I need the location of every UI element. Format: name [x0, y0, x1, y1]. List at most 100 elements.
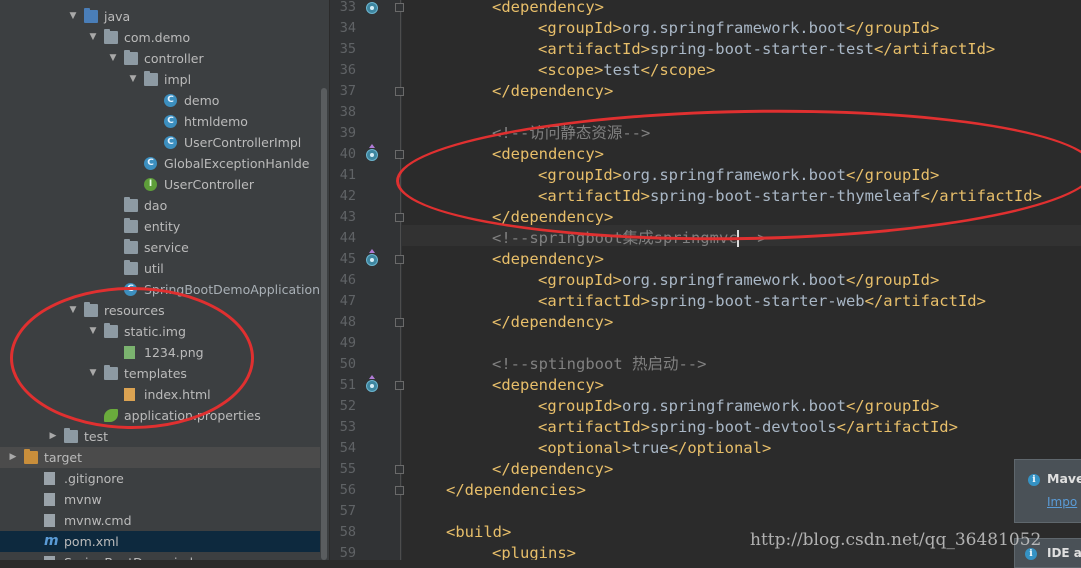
navigate-up-arrow-icon[interactable] [369, 144, 375, 148]
line-number: 33 [339, 0, 356, 15]
package-icon [124, 260, 138, 275]
code-line[interactable]: <plugins> [492, 543, 576, 560]
tree-row-label: test [84, 429, 109, 444]
xml-tag: </artifactId> [836, 418, 958, 436]
code-line[interactable]: <dependency> [492, 375, 604, 396]
code-line[interactable]: <dependency> [492, 249, 604, 270]
tree-row-label: mvnw [64, 492, 102, 507]
code-line[interactable]: <!--sptingboot 热启动--> [492, 354, 706, 375]
chevron-down-icon[interactable]: ▼ [128, 69, 138, 90]
folder-icon [64, 428, 78, 443]
tree-row[interactable]: .gitignore [0, 468, 320, 489]
tree-row[interactable]: ▶ target [0, 447, 320, 468]
tree-row-label: util [144, 261, 164, 276]
tree-row[interactable]: C UserControllerImpl [0, 132, 320, 153]
tree-row-label: UserControllerImpl [184, 135, 302, 150]
line-number: 50 [339, 356, 356, 372]
code-line[interactable]: <optional>true</optional> [538, 438, 771, 459]
class-icon: C [164, 115, 177, 128]
chevron-right-icon[interactable]: ▶ [8, 447, 18, 468]
tree-row[interactable]: m pom.xml [0, 531, 320, 552]
tree-row-label: service [144, 240, 189, 255]
code-line[interactable]: </dependency> [492, 459, 613, 480]
code-line[interactable]: <build> [446, 522, 511, 543]
code-line[interactable]: <groupId>org.springframework.boot</group… [538, 270, 939, 291]
tree-row-label: GlobalExceptionHanlde [164, 156, 310, 171]
code-editor[interactable]: <dependency> <groupId>org.springframework… [402, 0, 1081, 560]
maven-notification-popup[interactable]: i Mave Impo [1014, 459, 1081, 523]
info-icon: i [1028, 474, 1040, 486]
tree-row[interactable]: entity [0, 216, 320, 237]
xml-tag: </optional> [668, 439, 772, 457]
code-line[interactable]: </dependency> [492, 81, 613, 102]
chevron-down-icon[interactable]: ▼ [88, 27, 98, 48]
line-number: 53 [339, 419, 356, 435]
xml-tag: <scope> [538, 61, 604, 79]
tree-row-label: java [104, 9, 131, 24]
folder-blue-icon [84, 8, 98, 23]
maven-dependency-gutter-icon[interactable] [366, 149, 378, 161]
line-number: 37 [339, 83, 356, 99]
red-annotation-circle-tree [10, 287, 254, 429]
tree-row-label: mvnw.cmd [64, 513, 132, 528]
tree-row[interactable]: Chtmldemo [0, 111, 320, 132]
code-line[interactable]: </dependency> [492, 312, 613, 333]
xml-tag: <groupId> [538, 19, 622, 37]
xml-tag: </dependency> [492, 460, 614, 478]
maven-icon: m [44, 533, 59, 549]
notification-title-2: IDE a [1047, 546, 1081, 560]
xml-tag: </dependencies> [446, 481, 586, 499]
tree-row[interactable]: service [0, 237, 320, 258]
tree-row[interactable]: Cdemo [0, 90, 320, 111]
watermark: http://blog.csdn.net/qq_36481052 [750, 530, 1042, 550]
xml-tag: <build> [446, 523, 512, 541]
tree-row-label: entity [144, 219, 181, 234]
code-line[interactable]: <scope>test</scope> [538, 60, 715, 81]
tree-row-label: pom.xml [64, 534, 119, 549]
tree-row[interactable]: SpringBootDemo.iml [0, 552, 320, 560]
xml-text: test [603, 61, 641, 79]
line-number: 39 [339, 125, 356, 141]
maven-dependency-gutter-icon[interactable] [366, 380, 378, 392]
tree-row[interactable]: ▼ com.demo [0, 27, 320, 48]
xml-tag: </groupId> [845, 19, 940, 37]
file-icon [44, 514, 55, 527]
code-line[interactable]: <groupId>org.springframework.boot</group… [538, 396, 939, 417]
code-line[interactable]: <groupId>org.springframework.boot</group… [538, 18, 939, 39]
code-line[interactable]: <dependency> [492, 0, 604, 18]
tree-row[interactable]: dao [0, 195, 320, 216]
tree-row[interactable]: mvnw [0, 489, 320, 510]
tree-row[interactable]: ▼ impl [0, 69, 320, 90]
chevron-down-icon[interactable]: ▼ [68, 6, 78, 27]
xml-tag: </groupId> [845, 397, 940, 415]
tree-row-label: UserController [164, 177, 254, 192]
project-tree-scrollbar-thumb[interactable] [321, 88, 327, 560]
code-line[interactable]: <artifactId>spring-boot-starter-test</ar… [538, 39, 995, 60]
import-changes-link[interactable]: Impo [1047, 495, 1077, 509]
line-number: 43 [339, 209, 356, 225]
class-icon: C [144, 157, 157, 170]
tree-row[interactable]: I UserController [0, 174, 320, 195]
code-line[interactable]: <artifactId>spring-boot-devtools</artifa… [538, 417, 958, 438]
maven-dependency-gutter-icon[interactable] [366, 254, 378, 266]
tree-row[interactable]: ▼ java [0, 6, 320, 27]
xml-comment: <!--sptingboot 热启动--> [492, 355, 707, 373]
tree-row[interactable]: ▶ test [0, 426, 320, 447]
tree-row[interactable]: C GlobalExceptionHanlde [0, 153, 320, 174]
code-line[interactable]: </dependencies> [446, 480, 586, 501]
tree-row[interactable]: util [0, 258, 320, 279]
line-number: 34 [339, 20, 356, 36]
tree-row[interactable]: mvnw.cmd [0, 510, 320, 531]
navigate-up-arrow-icon[interactable] [369, 375, 375, 379]
file-icon [44, 493, 55, 506]
chevron-down-icon[interactable]: ▼ [108, 48, 118, 69]
navigate-up-arrow-icon[interactable] [369, 249, 375, 253]
class-icon: C [164, 136, 177, 149]
line-number: 49 [339, 335, 356, 351]
tree-row[interactable]: ▼ controller [0, 48, 320, 69]
maven-dependency-gutter-icon[interactable] [366, 2, 378, 14]
interface-icon: I [144, 178, 157, 191]
chevron-right-icon[interactable]: ▶ [48, 426, 58, 447]
tree-row-label: impl [164, 72, 192, 87]
code-line[interactable]: <artifactId>spring-boot-starter-web</art… [538, 291, 986, 312]
